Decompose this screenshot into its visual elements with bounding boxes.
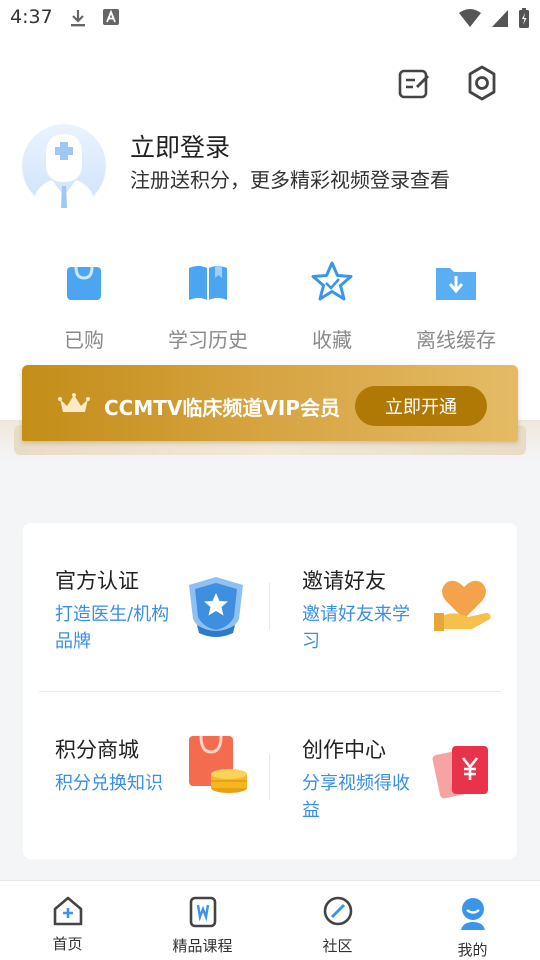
feature-points-mall[interactable]: 积分商城 积分兑换知识 <box>23 692 269 860</box>
login-subtitle: 注册送积分，更多精彩视频登录查看 <box>130 168 450 192</box>
quick-label: 收藏 <box>312 328 352 352</box>
vip-text: CCMTV临床频道VIP会员 <box>104 396 340 420</box>
crown-icon <box>58 393 90 412</box>
vip-banner[interactable]: CCMTV临床频道VIP会员 立即开通 <box>22 365 518 441</box>
settings-button[interactable] <box>462 63 502 103</box>
quick-item-favorites[interactable]: 收藏 <box>270 260 394 353</box>
home-icon <box>53 896 82 926</box>
nav-label: 我的 <box>457 941 488 959</box>
feature-row: 积分商城 积分兑换知识 创作中心 分享视频得收益 <box>39 691 501 859</box>
battery-icon <box>519 8 529 28</box>
quick-item-purchased[interactable]: 已购 <box>22 260 146 353</box>
feature-invite[interactable]: 邀请好友 邀请好友来学习 <box>270 523 517 691</box>
quick-item-offline[interactable]: 离线缓存 <box>394 260 518 353</box>
vip-open-button[interactable]: 立即开通 <box>355 386 487 426</box>
doctor-avatar-icon <box>22 124 106 208</box>
status-bar: 4:37 <box>0 0 540 36</box>
course-icon <box>189 896 216 928</box>
red-envelope-icon <box>432 746 488 799</box>
feature-desc: 邀请好友来学习 <box>302 604 410 652</box>
nav-label: 精品课程 <box>172 937 233 955</box>
nav-label: 社区 <box>322 937 353 955</box>
nav-community[interactable]: 社区 <box>270 881 405 960</box>
star-icon <box>310 260 354 304</box>
login-title[interactable]: 立即登录 <box>130 128 230 164</box>
feature-title: 邀请好友 <box>302 569 386 593</box>
avatar[interactable] <box>22 124 106 208</box>
nav-courses[interactable]: 精品课程 <box>135 881 270 960</box>
quick-label: 学习历史 <box>168 328 248 352</box>
bottom-nav: 首页 精品课程 社区 我的 <box>0 880 540 960</box>
heart-hand-icon <box>434 580 491 631</box>
feature-title: 创作中心 <box>302 738 386 762</box>
wifi-icon <box>459 9 481 27</box>
quick-label: 离线缓存 <box>416 328 496 352</box>
quick-label: 已购 <box>64 328 104 352</box>
edit-icon <box>398 69 429 99</box>
signal-icon <box>492 10 508 27</box>
compass-icon <box>323 896 352 926</box>
font-status-icon <box>103 9 119 25</box>
feature-desc: 分享视频得收益 <box>302 773 410 821</box>
nav-home[interactable]: 首页 <box>0 881 135 960</box>
feature-certification[interactable]: 官方认证 打造医生/机构品牌 <box>23 523 269 691</box>
shopping-bag-icon <box>62 260 106 304</box>
feature-desc: 积分兑换知识 <box>55 773 163 794</box>
nav-label: 首页 <box>52 935 83 953</box>
status-time: 4:37 <box>10 6 53 28</box>
nav-mine[interactable]: 我的 <box>405 881 540 960</box>
certified-shield-icon <box>189 577 243 637</box>
feature-card: 官方认证 打造医生/机构品牌 邀请好友 邀请好友来学习 积分商城 积分兑换知识 <box>23 523 517 859</box>
feature-creator-center[interactable]: 创作中心 分享视频得收益 <box>270 692 517 860</box>
edit-button[interactable] <box>394 63 434 103</box>
gear-icon <box>468 65 496 101</box>
feature-title: 积分商城 <box>55 738 139 762</box>
quick-item-history[interactable]: 学习历史 <box>146 260 270 353</box>
quick-menu: 已购 学习历史 收藏 离线缓存 <box>22 260 518 353</box>
user-icon <box>460 898 485 930</box>
shopping-coins-icon <box>189 735 247 793</box>
feature-desc: 打造医生/机构品牌 <box>55 604 170 652</box>
download-status-icon <box>71 10 85 27</box>
download-folder-icon <box>434 260 478 304</box>
book-icon <box>186 260 230 304</box>
feature-row: 官方认证 打造医生/机构品牌 邀请好友 邀请好友来学习 <box>23 523 517 691</box>
feature-title: 官方认证 <box>55 569 139 593</box>
